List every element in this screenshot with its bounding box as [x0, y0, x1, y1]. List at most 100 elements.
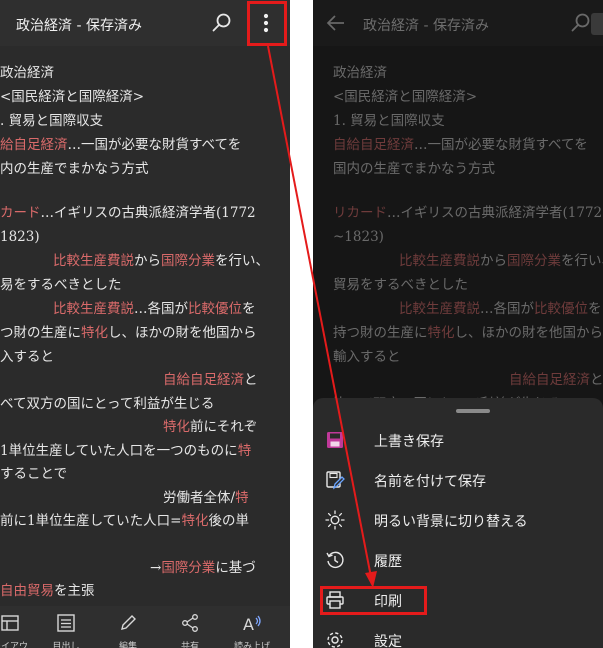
more-options-icon[interactable] [256, 11, 276, 35]
highlighted-term: 特化 [181, 513, 209, 529]
menu-item-settings[interactable]: 設定 [313, 620, 603, 648]
list-icon [57, 614, 75, 632]
text-run: から [480, 253, 507, 269]
text-run: 前に1単位生産していた人口= [0, 513, 182, 529]
text-line: →国際分業に基づ [150, 556, 256, 580]
highlighted-term: 自給自足経済 [333, 137, 414, 153]
save-as-icon [326, 471, 345, 490]
text-run: 政治経済 [0, 65, 54, 81]
text-line: <国民経済と国際経済> [0, 85, 144, 109]
nav-layout[interactable]: レイアウ [0, 606, 36, 648]
text-run: …一国が必要な財貨すべてを [414, 137, 588, 153]
text-run: 内の生産でまかなう方式 [0, 161, 149, 177]
layout-icon [1, 615, 19, 631]
menu-item-save-as[interactable]: 名前を付けて保存 [313, 460, 603, 500]
gear-icon [327, 632, 343, 648]
pencil-icon [121, 615, 136, 630]
highlighted-term: 国際分業 [507, 253, 561, 269]
highlighted-term: リカード [333, 205, 387, 221]
nav-share[interactable]: 共有 [164, 606, 216, 648]
share-icon [182, 614, 198, 632]
text-run: 1単位生産していた人口を一つのものに [0, 443, 238, 459]
text-line: 比較生産費説から国際分業を行い、 [399, 249, 603, 273]
highlighted-term: 比較生産費説 [53, 301, 134, 317]
text-line: カード…イギリスの古典派経済学者(1772 [0, 201, 256, 225]
menu-item-label: 名前を付けて保存 [374, 474, 486, 490]
menu-item-overwrite-save[interactable]: 上書き保存 [313, 420, 603, 460]
text-run: <国民経済と国際経済> [333, 89, 478, 105]
text-run: を [588, 301, 602, 317]
text-line: 易をするべきとした [0, 273, 122, 297]
top-app-bar: 政治経済 - 保存済み [0, 0, 290, 46]
menu-item-history[interactable]: 履歴 [313, 540, 603, 580]
highlighted-term: 比較優位 [534, 301, 588, 317]
nav-toc[interactable]: 目出し [40, 606, 92, 648]
text-line: 自由貿易を主張 [0, 579, 95, 603]
search-icon[interactable] [211, 12, 233, 34]
text-run: 国内の生産でまかなう方式 [333, 161, 495, 177]
menu-item-light-background[interactable]: 明るい背景に切り替える [313, 500, 603, 540]
text-line: 特化前にそれぞ [163, 415, 257, 439]
text-line: 国内の生産でまかなう方式 [333, 157, 495, 181]
left-screen: 政治経済 - 保存済み 政治経済 <国民経済と国際経済> . 貿易と国際収支 給自足経… [0, 0, 290, 648]
svg-text:A: A [243, 615, 254, 633]
menu-item-label: 明るい背景に切り替える [374, 514, 528, 530]
text-run: 前にそれぞ [190, 419, 258, 435]
text-line: 自給自足経済と [163, 368, 258, 392]
text-run: → [150, 560, 162, 576]
search-icon[interactable] [570, 12, 592, 34]
text-run: し、ほかの財を他国から [454, 325, 603, 341]
text-run: …一国が必要な財貨すべてを [67, 137, 242, 153]
text-run: …イギリスの古典派経済学者(1772 [387, 205, 603, 221]
nav-label: 読み上げ [233, 642, 270, 648]
highlighted-term: 国際分業 [161, 253, 215, 269]
menu-item-print[interactable]: 印刷 [313, 580, 603, 620]
highlighted-term: 比較生産費説 [399, 301, 480, 317]
back-arrow-icon[interactable] [326, 13, 346, 33]
text-line: 労働者全体/特 [163, 486, 249, 510]
text-run: つ財の生産に [0, 325, 81, 341]
text-line: つ財の生産に特化し、ほかの財を他国から [0, 321, 257, 345]
text-run: することで [0, 466, 68, 482]
highlighted-term: 比較生産費説 [399, 253, 480, 269]
nav-label: 目出し [52, 642, 80, 648]
text-run: 1823) [0, 229, 40, 245]
text-line: 比較生産費説…各国が比較優位を [53, 297, 256, 321]
menu-item-label: 履歴 [374, 554, 402, 570]
right-screen: 政治経済 - 保存済み 政治経済 <国民経済と国際経済> 1. 貿易と国際収支 自給自… [313, 0, 603, 648]
nav-edit[interactable]: 編集 [102, 606, 154, 648]
text-run: に基づ [215, 560, 256, 576]
text-line: ~1823) [333, 225, 384, 249]
text-run: <国民経済と国際経済> [0, 89, 145, 105]
text-line: リカード…イギリスの古典派経済学者(1772 [333, 201, 602, 225]
nav-read[interactable]: A 読み上げ [226, 606, 278, 648]
save-icon [327, 432, 343, 448]
nav-label: 共有 [180, 642, 199, 648]
highlighted-term: 比較生産費説 [53, 253, 134, 269]
text-run: 政治経済 [333, 65, 387, 81]
printer-icon [326, 591, 344, 609]
sheet-drag-handle[interactable] [456, 409, 490, 413]
nav-label: 編集 [118, 642, 137, 648]
highlighted-term: 給自足経済 [0, 137, 68, 153]
text-line: 1823) [0, 225, 40, 249]
text-run: …各国が [480, 301, 534, 317]
read-aloud-icon: A [243, 615, 261, 633]
menu-item-label: 印刷 [374, 594, 402, 610]
highlighted-term: カード [0, 205, 41, 221]
text-line: 輸入すると [333, 345, 401, 369]
text-run: ~1823) [333, 229, 384, 245]
text-run: を [242, 301, 256, 317]
text-line: 比較生産費説…各国が比較優位を [399, 297, 602, 321]
highlighted-term: 比較優位 [188, 301, 242, 317]
text-run: し、ほかの財を他国から [108, 325, 257, 341]
document-title: 政治経済 - 保存済み [16, 18, 142, 34]
text-run: と [590, 372, 603, 388]
text-run: から [134, 253, 161, 269]
toolbar-overflow-edge [591, 13, 603, 35]
nav-label: レイアウ [0, 642, 28, 648]
text-run: 貿易をするべきとした [333, 277, 468, 293]
text-run: を行い、 [561, 253, 603, 269]
text-line: 政治経済 [333, 61, 387, 85]
bottom-navigation: レイアウ 目出し 編集 共有 A 読み上げ [0, 606, 290, 648]
